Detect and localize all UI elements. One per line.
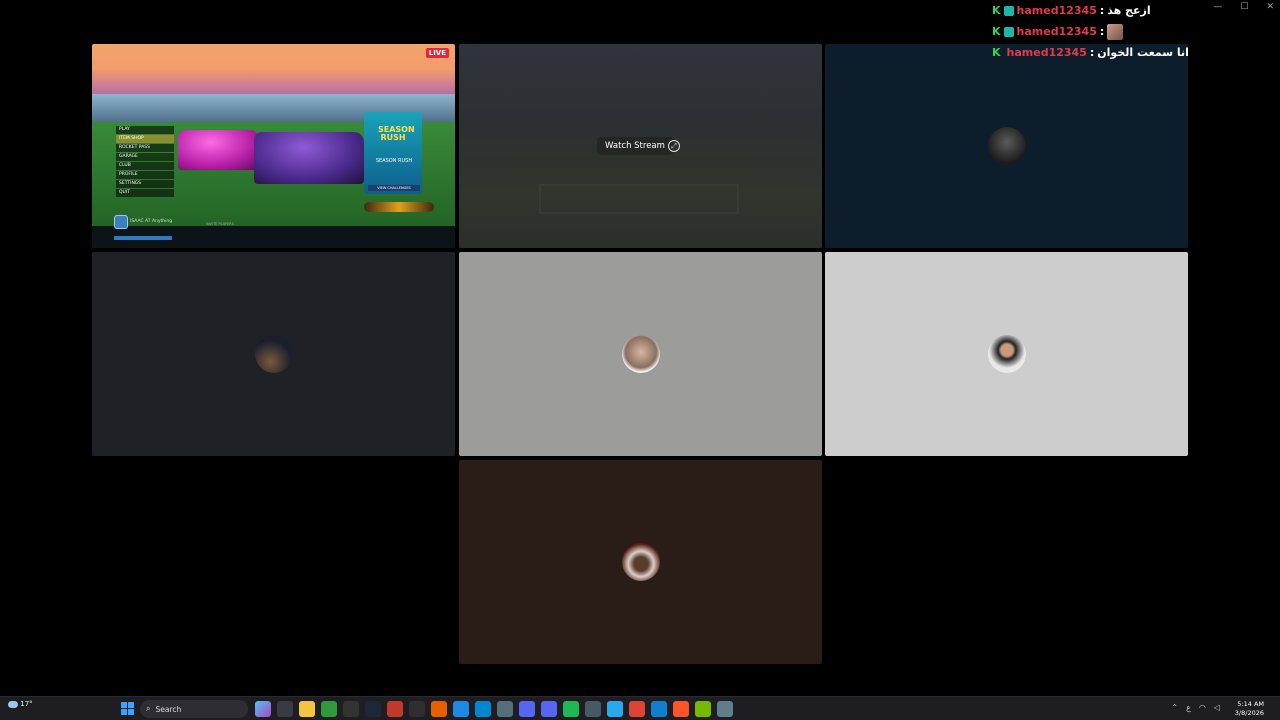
maximize-button[interactable]: ☐ [1240,2,1248,12]
discord-icon[interactable] [519,701,535,717]
emote-icon [1107,23,1124,40]
steam-icon[interactable] [365,701,381,717]
taskbar: 17° ⌕ Search ⌃ ع ◠ ◁ 5:14 AM 3/8/2026 [0,696,1280,720]
participant-tile-5[interactable] [459,460,822,664]
chat-text: ازعج هذ [1107,4,1151,17]
task-view-icon[interactable] [277,701,293,717]
clock[interactable]: 5:14 AM 3/8/2026 [1235,700,1264,718]
menu-item-play: PLAY [116,126,174,134]
xbox-icon[interactable] [321,701,337,717]
app-red-icon[interactable] [387,701,403,717]
cloud-icon [8,700,18,708]
app-cyan-icon[interactable] [475,701,491,717]
avatar [987,335,1026,373]
avatar [987,127,1026,165]
live-badge: LIVE [425,48,449,58]
chevron-up-icon[interactable]: ⌃ [1171,703,1178,712]
edge-icon[interactable] [651,701,667,717]
chat-separator: : [1099,25,1105,38]
badge-icon [1003,26,1014,37]
menu-item-item-shop: ITEM SHOP [116,134,174,143]
avatar [621,335,660,373]
minimize-button[interactable]: — [1213,2,1222,12]
taskbar-apps [255,701,733,717]
nvidia-icon[interactable] [695,701,711,717]
kick-icon: K [992,25,1001,38]
view-challenges-button: VIEW CHALLENGES [368,185,420,191]
chat-message: K hamed12345 : [992,21,1172,42]
season-promo-strip [364,202,434,212]
badge-icon [1003,5,1014,16]
menu-item-quit: QUIT [116,188,174,197]
watch-stream-button[interactable]: Watch Stream [597,137,673,155]
chat-separator: : [1089,46,1095,59]
chat-username: hamed12345 [1016,4,1097,17]
game-menu: PLAY ITEM SHOP ROCKET PASS GARAGE CLUB P… [116,126,174,198]
spotify-icon[interactable] [563,701,579,717]
chat-message: K hamed12345 : ازعج هذ [992,0,1172,21]
menu-item-club: CLUB [116,161,174,170]
wifi-icon[interactable]: ◠ [1199,703,1206,712]
pink-car [178,130,260,170]
season-rush-subtitle: SEASON RUSH [375,158,413,164]
chat-overlay: K hamed12345 : ازعج هذ K hamed12345 : K … [992,0,1189,63]
menu-item-profile: PROFILE [116,170,174,179]
app-pink-icon[interactable] [541,701,557,717]
file-explorer-icon[interactable] [299,701,315,717]
copilot-icon[interactable] [255,701,271,717]
participant-tile-2[interactable] [92,252,455,456]
participant-tile-1[interactable] [825,44,1188,248]
chat-username: hamed12345 [1016,25,1097,38]
weather-widget[interactable]: 17° [8,700,33,708]
obs-icon[interactable] [409,701,425,717]
chrome-icon[interactable] [629,701,645,717]
chat-text: انا سمعت الخوان [1097,46,1189,59]
chat-separator: : [1099,4,1105,17]
menu-item-settings: SETTINGS [116,179,174,188]
kick-icon: K [992,46,1001,59]
participant-tile-4[interactable] [825,252,1188,456]
weather-temp: 17° [20,700,33,708]
player-rank-icon [114,215,128,229]
player-name: ISAAC AT Anything [130,219,173,224]
menu-item-rocket-pass: ROCKET PASS [116,143,174,152]
search-box[interactable]: ⌕ Search [140,700,248,718]
close-button[interactable]: ✕ [1266,2,1274,12]
notepad-icon[interactable] [497,701,513,717]
brave-icon[interactable] [673,701,689,717]
terminal-icon[interactable] [343,701,359,717]
popout-icon[interactable]: ⤢ [668,140,680,152]
search-placeholder: Search [155,704,182,714]
chat-message: K hamed12345 : انا سمعت الخوان [992,42,1189,63]
participant-tile-3[interactable] [459,252,822,456]
purple-car [254,132,364,184]
avatar [254,335,293,373]
xp-bar [114,236,172,240]
search-icon: ⌕ [146,704,151,713]
firefox-icon[interactable] [431,701,447,717]
menu-item-garage: GARAGE [116,152,174,161]
clock-date: 3/8/2026 [1234,709,1264,717]
app-blue-icon[interactable] [453,701,469,717]
settings-icon[interactable] [717,701,733,717]
game-stream-tile[interactable]: LIVE PLAY ITEM SHOP ROCKET PASS GARAGE C… [92,44,455,248]
invite-players-label: INVITE PLAYERS [206,222,234,226]
telegram-icon[interactable] [607,701,623,717]
window-controls: — ☐ ✕ [1213,2,1274,12]
clock-time: 5:14 AM [1237,700,1264,708]
volume-icon[interactable]: ◁ [1214,703,1220,712]
system-tray: ⌃ ع ◠ ◁ [1171,703,1220,712]
kick-icon: K [992,4,1001,17]
avatar [621,543,660,581]
stream-preview-tile[interactable]: Watch Stream ⤢ [459,44,822,248]
discord-stage-window: — ☐ ✕ LIVE PLAY ITEM SHOP ROCKET PASS GA… [0,0,1280,720]
app-grey-icon[interactable] [585,701,601,717]
chat-username: hamed12345 [1006,46,1087,59]
season-rush-title: SEASON RUSH [378,125,415,142]
language-indicator[interactable]: ع [1186,703,1191,712]
start-button[interactable] [121,702,134,715]
